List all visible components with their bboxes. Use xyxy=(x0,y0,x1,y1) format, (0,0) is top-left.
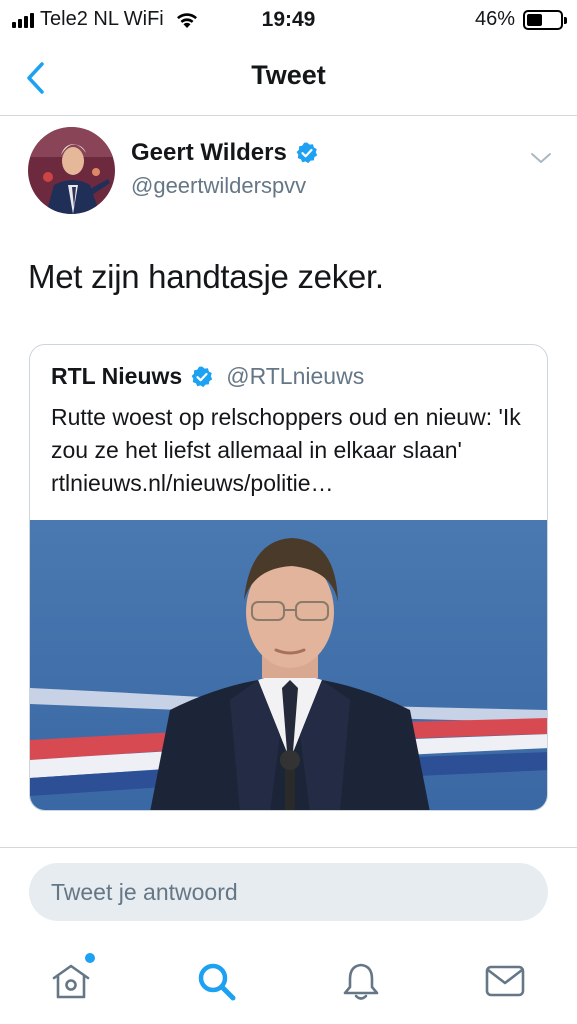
reply-area xyxy=(0,847,577,939)
quoted-author-handle: @RTLnieuws xyxy=(226,363,365,389)
reply-input[interactable] xyxy=(29,863,548,921)
battery-fill xyxy=(527,13,542,26)
status-right: 46% xyxy=(474,8,567,31)
tab-bar xyxy=(0,939,577,1024)
tab-home[interactable] xyxy=(49,953,95,1003)
quoted-author-name: RTL Nieuws xyxy=(51,363,183,389)
battery-percent: 46% xyxy=(474,8,515,30)
avatar-image xyxy=(28,127,115,214)
quoted-tweet-header: RTL Nieuws @RTLnieuws xyxy=(51,363,364,390)
mail-icon xyxy=(485,965,525,997)
verified-badge-icon xyxy=(296,142,318,164)
quoted-tweet-image[interactable] xyxy=(30,520,548,811)
battery-icon xyxy=(523,9,567,30)
author-name-label: Geert Wilders xyxy=(131,139,287,166)
author-handle[interactable]: @geertwilderspvv xyxy=(131,173,306,199)
notification-dot xyxy=(85,953,95,963)
nav-bar: Tweet xyxy=(0,40,577,116)
tab-notifications[interactable] xyxy=(339,959,383,1003)
home-icon xyxy=(52,964,90,999)
tweet-text: Met zijn handtasje zeker. xyxy=(28,258,384,295)
bell-icon xyxy=(343,963,379,1000)
chevron-down-icon[interactable] xyxy=(529,148,553,168)
tab-messages[interactable] xyxy=(483,959,527,1003)
verified-badge-icon xyxy=(191,366,213,387)
status-bar: Tele2 NL WiFi 19:49 46% xyxy=(0,0,577,40)
quoted-tweet-text: Rutte woest op relschoppers oud en nieuw… xyxy=(51,404,521,496)
avatar[interactable] xyxy=(28,127,115,214)
page-title: Tweet xyxy=(251,60,326,90)
author-name[interactable]: Geert Wilders xyxy=(131,139,319,167)
tab-search[interactable] xyxy=(194,959,238,1003)
search-icon xyxy=(198,963,236,1001)
quoted-tweet-card[interactable]: RTL Nieuws @RTLnieuws Rutte woest op rel… xyxy=(29,344,548,811)
